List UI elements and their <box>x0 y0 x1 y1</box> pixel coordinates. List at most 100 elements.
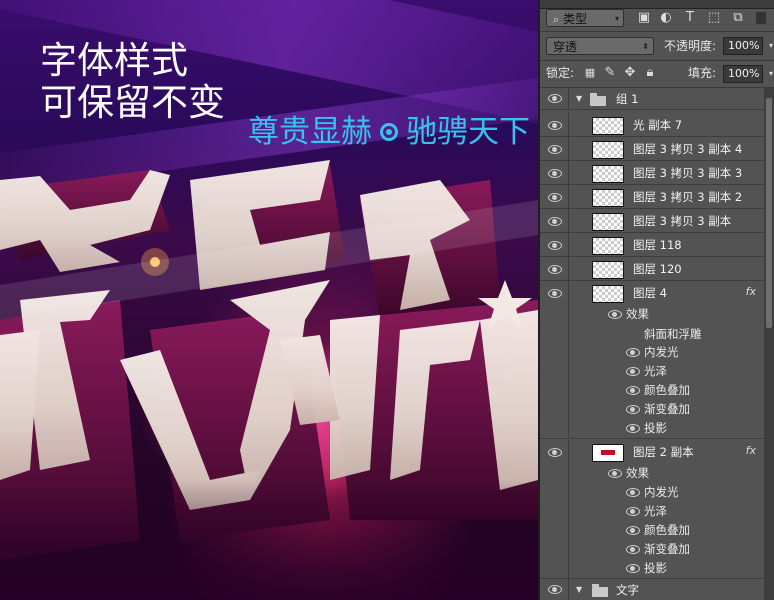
shape-filter-icon[interactable]: ⬚ <box>706 9 722 27</box>
effects-header: 效果 <box>626 307 649 321</box>
eye-icon[interactable] <box>626 386 640 395</box>
eye-icon[interactable] <box>626 545 640 554</box>
visibility-cell <box>540 88 569 109</box>
layer-thumbnail <box>592 261 624 279</box>
visibility-cell <box>540 161 569 184</box>
eye-icon[interactable] <box>626 405 640 414</box>
layer-name: 图层 3 拷贝 3 副本 4 <box>633 142 743 156</box>
circle-dot-icon <box>380 122 398 141</box>
eye-icon[interactable] <box>548 169 562 178</box>
eye-icon[interactable] <box>548 145 562 154</box>
blend-opacity-row: 穿透 ⬍ 不透明度: 100% ▾ <box>540 34 774 58</box>
type-filter-icon[interactable]: T <box>682 9 698 27</box>
layer-row[interactable]: 图层 4 fx <box>540 281 764 305</box>
layer-group-row[interactable]: ▼ 文字 <box>540 579 764 600</box>
layer-name: 图层 118 <box>633 238 682 252</box>
lock-transparency-icon[interactable]: ▦ <box>582 64 598 82</box>
visibility-cell <box>540 281 569 305</box>
eye-icon[interactable] <box>608 310 622 319</box>
eye-icon[interactable] <box>626 488 640 497</box>
chevron-down-icon[interactable]: ▾ <box>769 38 773 54</box>
fill-label: 填充: <box>688 66 717 80</box>
expand-triangle-icon[interactable]: ▼ <box>576 585 582 594</box>
eye-icon[interactable] <box>548 217 562 226</box>
effect-color-overlay[interactable]: 颜色叠加 <box>644 522 690 538</box>
effect-drop-shadow[interactable]: 投影 <box>644 420 667 436</box>
eye-icon[interactable] <box>626 367 640 376</box>
eye-icon[interactable] <box>548 289 562 298</box>
layer-row[interactable]: 图层 2 副本 fx <box>540 440 764 464</box>
blend-mode-dropdown[interactable]: 穿透 ⬍ <box>546 37 654 55</box>
document-canvas[interactable]: 字体样式 可保留不变 尊贵显赫 驰骋天下 <box>0 0 538 600</box>
visibility-cell <box>540 579 569 600</box>
eye-icon[interactable] <box>548 193 562 202</box>
layer-filter-row: ⌕ 类型 ▾ ▣ ◐ T ⬚ ⧉ <box>540 8 774 30</box>
visibility-cell <box>540 137 569 160</box>
effect-satin[interactable]: 光泽 <box>644 503 667 519</box>
effect-inner-glow[interactable]: 内发光 <box>644 344 679 360</box>
eye-icon[interactable] <box>548 94 562 103</box>
fx-icon[interactable]: fx <box>746 285 756 298</box>
lock-pixels-brush-icon[interactable]: ✎ <box>602 64 618 82</box>
folder-icon <box>592 584 608 597</box>
layer-row[interactable]: 图层 118 <box>540 233 764 257</box>
lock-position-move-icon[interactable]: ✥ <box>622 64 638 82</box>
opacity-label: 不透明度: <box>664 39 717 53</box>
effect-bevel-emboss[interactable]: 斜面和浮雕 <box>644 326 702 342</box>
filter-kind-dropdown[interactable]: ⌕ 类型 ▾ <box>546 9 624 27</box>
eye-icon[interactable] <box>626 348 640 357</box>
eye-icon[interactable] <box>548 265 562 274</box>
search-icon: ⌕ <box>553 13 560 26</box>
scrollbar-thumb[interactable] <box>766 98 772 328</box>
effect-inner-glow[interactable]: 内发光 <box>644 484 679 500</box>
image-filter-icon[interactable]: ▣ <box>636 9 652 27</box>
opacity-field[interactable]: 100% ▾ <box>723 37 773 55</box>
eye-icon[interactable] <box>626 526 640 535</box>
layers-scrollbar[interactable] <box>764 88 774 600</box>
layer-row[interactable]: 图层 3 拷贝 3 副本 3 <box>540 161 764 185</box>
effect-color-overlay[interactable]: 颜色叠加 <box>644 382 690 398</box>
layer-row[interactable]: 图层 3 拷贝 3 副本 4 <box>540 137 764 161</box>
filter-toggle-switch[interactable] <box>756 12 766 24</box>
eye-icon[interactable] <box>626 507 640 516</box>
layer-name: 图层 4 <box>633 286 667 300</box>
effect-gradient-overlay[interactable]: 渐变叠加 <box>644 541 690 557</box>
lock-all-icon[interactable]: 🔒︎ <box>642 64 658 82</box>
eye-icon[interactable] <box>608 469 622 478</box>
adjustment-filter-icon[interactable]: ◐ <box>658 9 674 27</box>
eye-icon[interactable] <box>548 241 562 250</box>
layer-row[interactable]: 图层 3 拷贝 3 副本 2 <box>540 185 764 209</box>
fill-field[interactable]: 100% ▾ <box>723 65 773 83</box>
layer-group-row[interactable]: ▼ 组 1 <box>540 88 764 110</box>
visibility-cell <box>540 185 569 208</box>
filter-kind-label: 类型 <box>563 12 588 26</box>
effect-satin[interactable]: 光泽 <box>644 363 667 379</box>
eye-icon[interactable] <box>548 448 562 457</box>
expand-triangle-icon[interactable]: ▼ <box>576 94 582 103</box>
eye-icon[interactable] <box>548 121 562 130</box>
smart-object-filter-icon[interactable]: ⧉ <box>730 9 746 27</box>
layer-thumbnail <box>592 117 624 135</box>
effect-drop-shadow[interactable]: 投影 <box>644 560 667 576</box>
layer-name: 图层 120 <box>633 262 682 276</box>
eye-icon[interactable] <box>548 585 562 594</box>
canvas-headline: 字体样式 可保留不变 <box>40 40 225 124</box>
lock-label: 锁定: <box>546 66 575 80</box>
layer-row[interactable]: 图层 120 <box>540 257 764 281</box>
folder-icon <box>590 93 606 106</box>
effects-list: 效果 斜面和浮雕 内发光 光泽 颜色叠加 渐变叠加 投影 <box>540 305 764 439</box>
headline-line-2: 可保留不变 <box>40 81 225 124</box>
layer-thumbnail <box>592 189 624 207</box>
layer-row[interactable]: 光 副本 7 <box>540 113 764 137</box>
chevron-down-icon: ▾ <box>614 14 619 23</box>
eye-icon[interactable] <box>626 424 640 433</box>
visibility-cell <box>540 257 569 280</box>
layer-thumbnail <box>592 237 624 255</box>
chevron-down-icon[interactable]: ▾ <box>769 66 773 82</box>
layer-row[interactable]: 图层 3 拷贝 3 副本 <box>540 209 764 233</box>
opacity-value: 100% <box>728 39 760 52</box>
fx-icon[interactable]: fx <box>746 444 756 457</box>
eye-icon[interactable] <box>626 564 640 573</box>
effect-gradient-overlay[interactable]: 渐变叠加 <box>644 401 690 417</box>
fill-value: 100% <box>728 67 760 80</box>
